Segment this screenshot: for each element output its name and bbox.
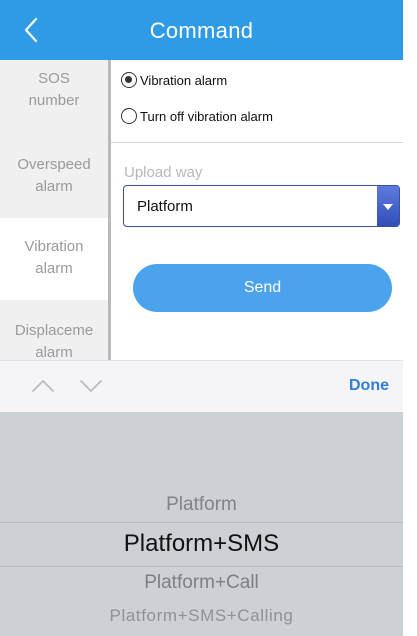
sidebar-item-displacement-alarm[interactable]: Displaceme alarm: [0, 300, 108, 360]
radio-turn-off-vibration-alarm[interactable]: Turn off vibration alarm: [121, 106, 273, 126]
sidebar-item-vibration-alarm[interactable]: Vibration alarm: [0, 218, 108, 300]
right-edge-strip: [403, 0, 417, 636]
upload-way-picker[interactable]: Platform Platform+SMS Platform+Call Plat…: [0, 412, 403, 636]
header-bar: Command: [0, 0, 403, 60]
sidebar-item-label: Displaceme alarm: [14, 322, 94, 360]
upload-way-label: Upload way: [124, 164, 203, 181]
radio-label: Vibration alarm: [140, 72, 228, 88]
chevron-down-icon[interactable]: [78, 375, 104, 397]
picker-option[interactable]: Platform+Call: [0, 572, 403, 594]
sidebar-item-sos-number[interactable]: SOS number: [0, 60, 108, 138]
radio-checked-icon: [121, 72, 137, 88]
picker-option[interactable]: Platform+SMS+Calling: [0, 606, 403, 626]
radio-unchecked-icon: [121, 108, 137, 124]
page-title: Command: [149, 18, 254, 43]
picker-toolbar: Done: [0, 360, 403, 412]
done-button[interactable]: Done: [349, 377, 389, 395]
sidebar-item-overspeed-alarm[interactable]: Overspeed alarm: [0, 138, 108, 218]
command-panel: Vibration alarm Turn off vibration alarm…: [111, 60, 403, 360]
radio-label: Turn off vibration alarm: [140, 108, 273, 124]
dropdown-triangle-icon: [377, 186, 399, 226]
upload-way-value: Platform: [137, 198, 193, 215]
picker-option-selected[interactable]: Platform+SMS: [0, 530, 403, 558]
sidebar: SOS number Overspeed alarm Vibration ala…: [0, 60, 108, 360]
chevron-up-icon[interactable]: [30, 375, 56, 397]
send-button[interactable]: Send: [133, 264, 392, 312]
sidebar-item-label: SOS number: [28, 70, 80, 109]
picker-selection-line-top: [0, 522, 403, 523]
sidebar-item-label: Overspeed alarm: [17, 156, 91, 195]
upload-way-select[interactable]: Platform: [123, 185, 400, 227]
picker-option[interactable]: Platform: [0, 494, 403, 516]
picker-selection-line-bottom: [0, 566, 403, 567]
radio-vibration-alarm[interactable]: Vibration alarm: [121, 70, 227, 90]
section-divider: [111, 142, 403, 143]
sidebar-item-label: Vibration alarm: [24, 238, 84, 277]
